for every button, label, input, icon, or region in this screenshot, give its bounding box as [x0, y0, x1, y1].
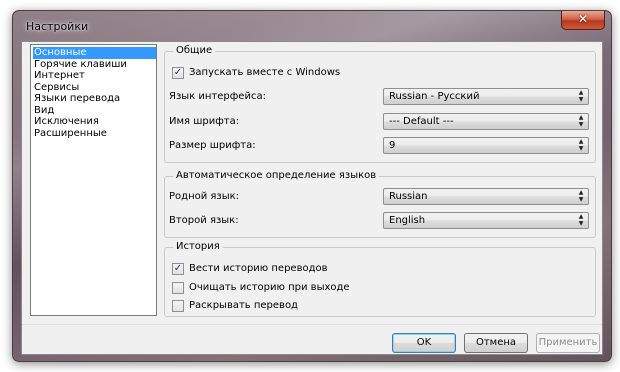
keep-history-checkbox[interactable]: ✓ [172, 263, 184, 275]
close-button[interactable]: ✕ [561, 11, 605, 30]
font-size-value: 9 [389, 140, 396, 151]
updown-arrow-icon: ▲ ▼ [578, 189, 584, 203]
nav-item-view[interactable]: Вид [33, 105, 156, 117]
close-icon: ✕ [577, 12, 589, 26]
font-name-select[interactable]: --- Default --- ▲ ▼ [383, 113, 589, 130]
autodetect-group: Автоматическое определение языков Родной… [164, 170, 596, 238]
nav-item-translation-languages[interactable]: Языки перевода [33, 93, 156, 105]
expand-translation-checkbox[interactable] [172, 300, 184, 312]
native-language-label: Родной язык: [169, 191, 240, 202]
ok-button[interactable]: OK [392, 333, 456, 353]
font-name-label: Имя шрифта: [169, 116, 240, 127]
updown-arrow-icon: ▲ ▼ [578, 138, 584, 152]
title-bar[interactable]: Настройки ✕ [13, 11, 611, 39]
history-group: История ✓ Вести историю переводов Очищат… [164, 241, 596, 317]
dialog-client-area: Основные Горячие клавиши Интернет Сервис… [21, 41, 603, 355]
native-language-select[interactable]: Russian ▲ ▼ [383, 188, 589, 205]
keep-history-label[interactable]: Вести историю переводов [189, 263, 328, 274]
font-size-label: Размер шрифта: [169, 140, 256, 151]
interface-language-label: Язык интерфейса: [169, 91, 266, 102]
check-icon: ✓ [173, 67, 183, 78]
history-group-legend: История [173, 241, 223, 252]
nav-item-exclusions[interactable]: Исключения [33, 116, 156, 128]
general-group-legend: Общие [173, 45, 216, 56]
footer-divider [22, 324, 602, 325]
interface-language-select[interactable]: Russian - Русский ▲ ▼ [383, 88, 589, 105]
interface-language-value: Russian - Русский [389, 91, 480, 102]
expand-translation-label[interactable]: Раскрывать перевод [189, 300, 298, 311]
check-icon: ✓ [173, 263, 183, 274]
updown-arrow-icon: ▲ ▼ [578, 89, 584, 103]
updown-arrow-icon: ▲ ▼ [578, 114, 584, 128]
clear-history-label[interactable]: Очищать историю при выходе [189, 282, 350, 293]
native-language-value: Russian [389, 191, 428, 202]
autodetect-group-legend: Автоматическое определение языков [173, 170, 380, 181]
font-name-value: --- Default --- [389, 116, 454, 127]
nav-item-general[interactable]: Основные [33, 47, 156, 59]
cancel-button[interactable]: Отмена [464, 333, 528, 353]
second-language-value: English [389, 215, 426, 226]
nav-item-advanced[interactable]: Расширенные [33, 128, 156, 140]
font-size-select[interactable]: 9 ▲ ▼ [383, 137, 589, 154]
clear-history-checkbox[interactable] [172, 282, 184, 294]
autostart-checkbox[interactable]: ✓ [172, 67, 184, 79]
general-group: Общие ✓ Запускать вместе с Windows Язык … [164, 45, 596, 163]
window-title: Настройки [26, 20, 89, 33]
autostart-label[interactable]: Запускать вместе с Windows [189, 67, 340, 78]
second-language-label: Второй язык: [169, 215, 239, 226]
settings-category-list[interactable]: Основные Горячие клавиши Интернет Сервис… [30, 44, 157, 316]
apply-button[interactable]: Применить [536, 333, 600, 353]
settings-window: Настройки ✕ Основные Горячие клавиши Инт… [12, 10, 612, 362]
nav-item-hotkeys[interactable]: Горячие клавиши [33, 59, 156, 71]
updown-arrow-icon: ▲ ▼ [578, 213, 584, 227]
nav-item-services[interactable]: Сервисы [33, 82, 156, 94]
nav-item-internet[interactable]: Интернет [33, 70, 156, 82]
second-language-select[interactable]: English ▲ ▼ [383, 212, 589, 229]
